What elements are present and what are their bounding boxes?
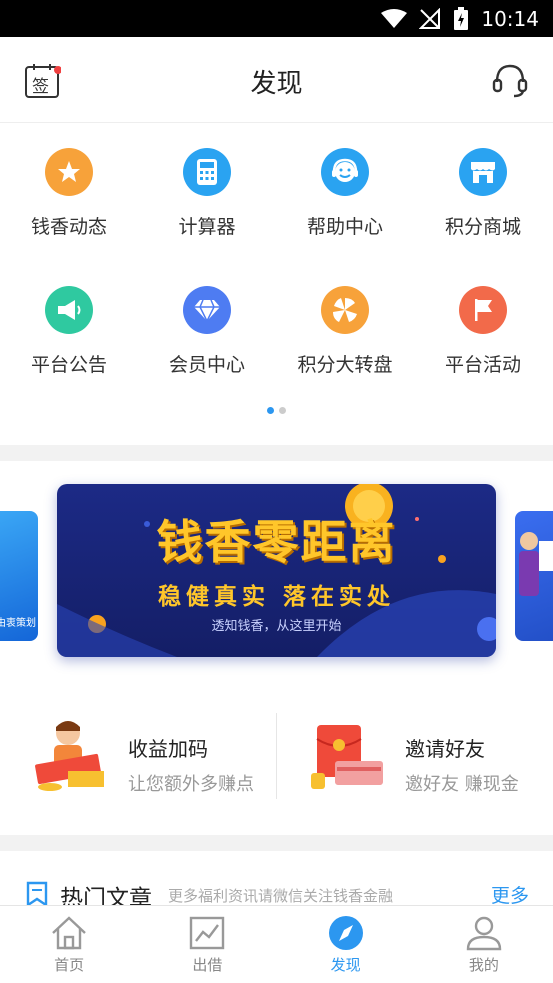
calculator-icon xyxy=(183,148,231,196)
diamond-icon xyxy=(183,286,231,334)
hot-articles-header: 热门文章 更多福利资讯请微信关注钱香金融 更多 xyxy=(0,851,553,912)
wheel-icon xyxy=(321,286,369,334)
banner-section: 由衷策划 钱香零距离 稳健真实 落在实处 透知钱香，从这里开始 收益加码 让您额… xyxy=(0,461,553,835)
banner-prev-peek[interactable]: 由衷策划 xyxy=(0,511,38,641)
bookmark-icon xyxy=(26,881,48,907)
grid-item-platform-activity[interactable]: 平台活动 xyxy=(414,286,552,377)
tab-label: 出借 xyxy=(192,956,223,974)
headset-icon xyxy=(492,64,528,98)
promo-title: 邀请好友 xyxy=(405,737,485,761)
grid-item-label: 积分大转盘 xyxy=(297,354,393,376)
promo-invite-friends[interactable]: 邀请好友 邀好友 赚现金 xyxy=(277,711,553,801)
person-illustration xyxy=(519,532,553,596)
tab-mine[interactable]: 我的 xyxy=(415,906,553,983)
grid-item-label: 计算器 xyxy=(178,216,236,238)
tab-home[interactable]: 首页 xyxy=(0,906,138,983)
status-time: 10:14 xyxy=(481,6,539,31)
banner-peek-text: 由衷策划 xyxy=(0,618,36,629)
compass-icon xyxy=(328,916,363,950)
banner-tagline: 稳健真实 落在实处 xyxy=(157,584,395,610)
grid-item-label: 帮助中心 xyxy=(306,216,383,238)
shop-icon xyxy=(459,148,507,196)
user-icon xyxy=(466,916,502,951)
red-envelope-icon xyxy=(311,725,383,789)
grid-item-label: 积分商城 xyxy=(444,216,521,238)
grid-item-help-center[interactable]: 帮助中心 xyxy=(276,148,414,239)
grid-item-qianxiang-news[interactable]: 钱香动态 xyxy=(0,148,138,239)
page-indicator xyxy=(0,407,553,414)
promo-bonus-rate[interactable]: 收益加码 让您额外多赚点 xyxy=(0,711,276,801)
feature-grid: 钱香动态 计算器 帮助中心 积分商城 平台公告 会员中心 积分大转盘 平台活动 xyxy=(0,123,553,445)
battery-icon xyxy=(454,6,469,30)
signal-icon xyxy=(419,7,441,29)
page-dot-active xyxy=(267,407,274,414)
megaphone-icon xyxy=(45,286,93,334)
top-nav-bar: 签 发现 xyxy=(0,37,553,123)
grid-item-calculator[interactable]: 计算器 xyxy=(138,148,276,239)
grid-item-label: 平台公告 xyxy=(30,354,107,376)
banner-next-peek[interactable] xyxy=(515,511,553,641)
grid-item-points-mall[interactable]: 积分商城 xyxy=(414,148,552,239)
banner-subtitle: 透知钱香，从这里开始 xyxy=(211,619,342,634)
banner-carousel-slide[interactable]: 钱香零距离 稳健真实 落在实处 透知钱香，从这里开始 xyxy=(57,484,496,657)
wifi-icon xyxy=(381,8,408,28)
status-bar: 10:14 xyxy=(0,0,553,37)
page-dot xyxy=(279,407,286,414)
promo-subtitle: 邀好友 赚现金 xyxy=(405,774,519,795)
tab-label: 首页 xyxy=(54,956,85,974)
tab-discover[interactable]: 发现 xyxy=(277,906,415,983)
bonus-illustration-icon xyxy=(35,721,104,791)
grid-item-platform-announcement[interactable]: 平台公告 xyxy=(0,286,138,377)
tab-label: 发现 xyxy=(330,956,361,974)
tab-lend[interactable]: 出借 xyxy=(138,906,276,983)
grid-item-member-center[interactable]: 会员中心 xyxy=(138,286,276,377)
headset-icon xyxy=(321,148,369,196)
more-link[interactable]: 更多 xyxy=(491,881,529,908)
grid-item-label: 会员中心 xyxy=(168,354,245,376)
home-icon xyxy=(52,916,86,950)
chart-icon xyxy=(190,916,225,950)
customer-service-button[interactable] xyxy=(492,62,528,98)
grid-item-label: 平台活动 xyxy=(444,354,521,376)
grid-item-points-wheel[interactable]: 积分大转盘 xyxy=(276,286,414,377)
section-subtitle: 更多福利资讯请微信关注钱香金融 xyxy=(168,887,394,905)
tab-label: 我的 xyxy=(468,956,499,974)
page-title: 发现 xyxy=(250,69,303,99)
promo-title: 收益加码 xyxy=(128,737,208,761)
flag-icon xyxy=(459,286,507,334)
promo-subtitle: 让您额外多赚点 xyxy=(128,774,254,795)
banner-headline: 钱香零距离 xyxy=(156,515,397,569)
bottom-tab-bar: 首页 出借 发现 我的 xyxy=(0,905,553,983)
star-icon xyxy=(45,148,93,196)
grid-item-label: 钱香动态 xyxy=(30,216,107,238)
